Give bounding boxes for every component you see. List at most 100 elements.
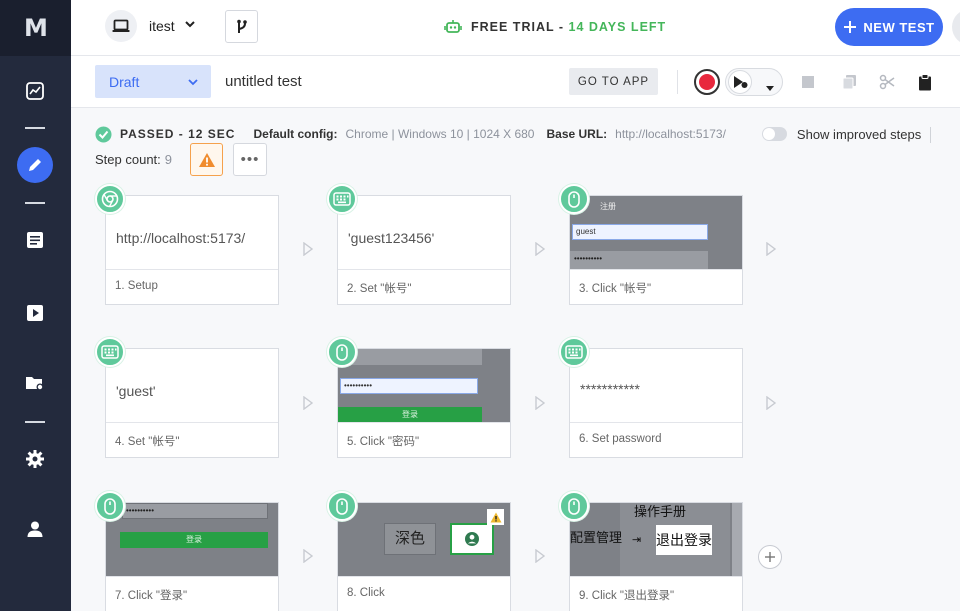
folder-settings-icon[interactable] [17, 365, 53, 401]
step-card[interactable]: 'guest' 4. Set "帐号" [105, 348, 279, 458]
step-arrow-icon [766, 396, 776, 410]
step-card[interactable]: 'guest123456' 2. Set "帐号" [337, 195, 511, 305]
environment-name[interactable]: itest [149, 18, 175, 34]
check-circle-icon [95, 126, 112, 142]
warning-button[interactable] [190, 143, 223, 176]
trial-banner: FREE TRIAL - 14 DAYS LEFT [444, 19, 666, 35]
avatar[interactable] [952, 9, 960, 45]
config-value[interactable]: Chrome | Windows 10 | 1024 X 680 [345, 127, 534, 141]
base-url-label: Base URL: [546, 127, 608, 141]
chevron-down-icon[interactable] [184, 17, 196, 35]
run-button-group[interactable] [725, 68, 783, 96]
step-card[interactable]: 注册 guest •••••••••• 3. Click "帐号" [569, 195, 743, 305]
robot-icon [444, 20, 462, 33]
step-arrow-icon [535, 242, 545, 256]
config-label: Default config: [253, 127, 338, 141]
gear-icon[interactable] [17, 441, 53, 477]
chevron-down-icon [187, 75, 199, 91]
branch-icon [236, 19, 247, 33]
sidebar-divider [25, 202, 45, 204]
add-step-button[interactable] [758, 545, 782, 569]
edit-icon[interactable] [17, 147, 53, 183]
step-card[interactable]: •••••••••• 登录 7. Click "登录" [105, 502, 279, 611]
branch-button[interactable] [225, 10, 258, 43]
toolbar-divider [677, 70, 678, 94]
caret-down-icon[interactable] [766, 79, 774, 97]
step-count: Step count: 9 [95, 152, 173, 167]
step-screenshot: •••••••••• 登录 [338, 349, 510, 423]
step-preview: 'guest123456' [338, 196, 510, 270]
plus-icon [765, 552, 775, 562]
status-dropdown[interactable]: Draft [95, 65, 211, 98]
mouse-icon [327, 491, 357, 521]
step-label: 6. Set password [579, 433, 662, 445]
step-label: 8. Click [347, 587, 385, 599]
mouse-icon [95, 491, 125, 521]
step-card[interactable]: 深色 8. Click [337, 502, 511, 611]
mouse-icon [559, 491, 589, 521]
mouse-icon [559, 184, 589, 214]
step-card[interactable]: •••••••••• 登录 5. Click "密码" [337, 348, 511, 458]
stop-icon[interactable] [798, 72, 818, 92]
base-url-value[interactable]: http://localhost:5173/ [615, 127, 726, 141]
clipboard-icon[interactable] [915, 72, 935, 92]
user-circle-icon [465, 532, 479, 546]
chrome-icon [95, 184, 125, 214]
editor-toolbar: Draft untitled test GO TO APP [71, 56, 960, 108]
record-button[interactable] [694, 69, 720, 95]
sidebar-divider [25, 127, 45, 129]
step-arrow-icon [535, 549, 545, 563]
app-logo[interactable]: M [0, 0, 71, 56]
step-screenshot: 注册 guest •••••••••• [570, 196, 742, 270]
sidebar: M [0, 0, 71, 611]
info-divider [930, 127, 931, 143]
copy-icon[interactable] [840, 72, 860, 92]
keyboard-icon [327, 184, 357, 214]
insights-icon[interactable] [17, 73, 53, 109]
step-arrow-icon [303, 549, 313, 563]
step-card[interactable]: *********** 6. Set password [569, 348, 743, 458]
step-arrow-icon [303, 396, 313, 410]
step-preview: *********** [570, 349, 742, 423]
step-preview: 'guest' [106, 349, 278, 423]
user-icon[interactable] [17, 511, 53, 547]
improved-steps-toggle[interactable] [761, 127, 787, 141]
new-test-button[interactable]: NEW TEST [835, 8, 943, 46]
more-options-button[interactable]: ••• [233, 143, 267, 176]
step-card[interactable]: http://localhost:5173/ 1. Setup [105, 195, 279, 305]
step-screenshot: •••••••••• 登录 [106, 503, 278, 577]
step-screenshot: 操作手册 配置管理 ⇥ 退出登录 [570, 503, 742, 577]
keyboard-icon [95, 337, 125, 367]
step-arrow-icon [766, 242, 776, 256]
step-screenshot: 深色 [338, 503, 510, 577]
laptop-icon[interactable] [105, 10, 137, 42]
warning-icon [198, 152, 215, 167]
step-label: 3. Click "帐号" [579, 283, 652, 295]
status-badge: PASSED - 12 SEC [120, 127, 236, 141]
step-arrow-icon [303, 242, 313, 256]
play-icon[interactable] [17, 295, 53, 331]
step-label: 2. Set "帐号" [347, 283, 412, 295]
mouse-icon [327, 337, 357, 367]
test-name[interactable]: untitled test [225, 73, 302, 90]
step-preview: http://localhost:5173/ [106, 196, 278, 270]
warning-icon [487, 509, 504, 525]
step-label: 1. Setup [115, 280, 158, 292]
keyboard-icon [559, 337, 589, 367]
sidebar-divider [25, 421, 45, 423]
step-label: 9. Click "退出登录" [579, 590, 675, 602]
step-label: 7. Click "登录" [115, 590, 188, 602]
test-info-row: PASSED - 12 SEC Default config: Chrome |… [95, 125, 921, 143]
cut-icon[interactable] [877, 72, 897, 92]
plus-icon [844, 21, 857, 33]
list-icon[interactable] [17, 222, 53, 258]
step-label: 5. Click "密码" [347, 436, 420, 448]
step-card[interactable]: 操作手册 配置管理 ⇥ 退出登录 9. Click "退出登录" [569, 502, 743, 611]
play-debug-icon[interactable] [728, 70, 752, 94]
step-label: 4. Set "帐号" [115, 436, 180, 448]
improved-steps-label: Show improved steps [796, 126, 922, 142]
go-to-app-button[interactable]: GO TO APP [569, 68, 658, 95]
step-arrow-icon [535, 396, 545, 410]
top-bar: itest FREE TRIAL - 14 DAYS LEFT NEW TEST [71, 0, 960, 56]
record-icon [699, 74, 715, 90]
